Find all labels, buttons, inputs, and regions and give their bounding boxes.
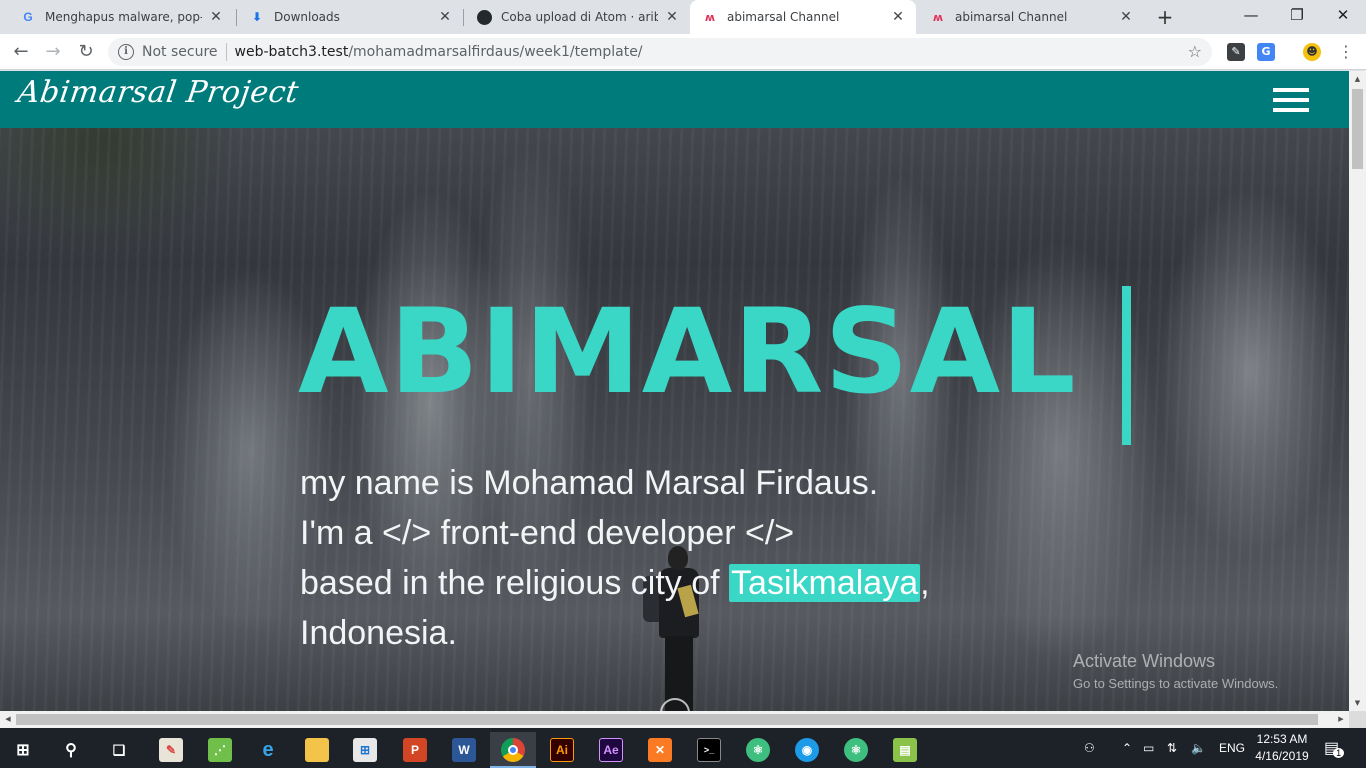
notifications-icon[interactable]: ▤ 1 <box>1324 728 1345 768</box>
tab-menghapus-malware[interactable]: G Menghapus malware, pop-up iklan ✕ <box>8 0 234 34</box>
windows-taskbar: ⊞ ⚲ ❏ ✎ ⋰ e ⊞ P W Ai Ae ✕ >_ ⚛ ◉ ⚛ ▤ ⚇ ⌃… <box>0 728 1366 768</box>
address-bar[interactable]: i Not secure web-batch3.test/mohamadmars… <box>108 38 1212 66</box>
after-effects-icon[interactable]: Ae <box>588 732 634 768</box>
maximize-button[interactable]: ❐ <box>1274 0 1320 32</box>
scroll-up-arrow-icon[interactable]: ▲ <box>1349 71 1366 87</box>
internet-explorer-icon[interactable]: e <box>245 732 291 768</box>
new-tab-button[interactable]: + <box>1154 6 1176 28</box>
google-translate-icon[interactable]: G <box>1257 43 1275 61</box>
hamburger-menu-icon[interactable] <box>1273 88 1309 112</box>
network-icon[interactable]: ⇅ <box>1167 728 1177 768</box>
browser-toolbar: ← → ↻ i Not secure web-batch3.test/moham… <box>0 34 1366 70</box>
scrollbar-thumb[interactable] <box>1352 89 1363 169</box>
menu-kebab-icon[interactable]: ⋮ <box>1335 41 1357 63</box>
file-explorer-icon[interactable] <box>294 732 340 768</box>
tab-downloads[interactable]: ⬇ Downloads ✕ <box>237 0 463 34</box>
typing-cursor <box>1122 286 1131 445</box>
language-indicator[interactable]: ENG <box>1219 728 1245 768</box>
hero-intro: my name is Mohamad Marsal Firdaus. I'm a… <box>300 458 930 658</box>
github-icon <box>476 9 492 25</box>
tab-title: Coba upload di Atom · aribahtiar <box>501 10 658 24</box>
tab-abimarsal-channel-active[interactable]: ʍ abimarsal Channel ✕ <box>690 0 916 34</box>
url-host[interactable]: web-batch3.test <box>235 44 349 60</box>
intro-line-4: Indonesia. <box>300 614 457 652</box>
scroll-right-arrow-icon[interactable]: ▶ <box>1333 711 1349 728</box>
city-highlight: Tasikmalaya <box>729 564 921 602</box>
profile-avatar-icon[interactable]: ☻ <box>1303 43 1321 61</box>
close-icon[interactable]: ✕ <box>208 9 224 25</box>
paint-icon[interactable]: ✎ <box>148 732 194 768</box>
notepad-icon[interactable]: ▤ <box>882 732 928 768</box>
close-window-button[interactable]: ✕ <box>1320 0 1366 32</box>
app-blue-icon[interactable]: ◉ <box>784 732 830 768</box>
tab-title: Menghapus malware, pop-up iklan <box>45 10 202 24</box>
app-green-icon[interactable]: ⋰ <box>197 732 243 768</box>
word-icon[interactable]: W <box>441 732 487 768</box>
tab-abimarsal-channel[interactable]: ʍ abimarsal Channel ✕ <box>918 0 1144 34</box>
info-icon[interactable]: i <box>118 44 134 60</box>
system-clock[interactable]: 12:53 AM 4/16/2019 <box>1252 731 1312 765</box>
google-icon: G <box>23 10 33 24</box>
tab-title: abimarsal Channel <box>955 10 1068 24</box>
atom-icon-2[interactable]: ⚛ <box>833 732 879 768</box>
bookmark-star-icon[interactable]: ☆ <box>1188 42 1202 61</box>
tab-strip: G Menghapus malware, pop-up iklan ✕ ⬇ Do… <box>0 0 1366 34</box>
illustrator-icon[interactable]: Ai <box>539 732 585 768</box>
site-navbar: Abimarsal Project <box>0 71 1349 128</box>
start-icon[interactable]: ⊞ <box>0 732 46 768</box>
m-logo-icon: ʍ <box>932 10 944 24</box>
url-path[interactable]: /mohamadmarsalfirdaus/week1/template/ <box>348 44 642 60</box>
close-icon[interactable]: ✕ <box>890 9 906 25</box>
atom-icon[interactable]: ⚛ <box>735 732 781 768</box>
scrollbar-corner <box>1349 711 1366 728</box>
close-icon[interactable]: ✕ <box>1118 9 1134 25</box>
chrome-icon[interactable] <box>490 732 536 768</box>
tab-title: abimarsal Channel <box>727 10 840 24</box>
battery-icon[interactable]: ▭ <box>1143 728 1154 768</box>
close-icon[interactable]: ✕ <box>437 9 453 25</box>
task-view-icon[interactable]: ❏ <box>96 732 142 768</box>
security-label[interactable]: Not secure <box>142 44 218 60</box>
hero-title: ABIMARSAL <box>298 283 1077 420</box>
scroll-left-arrow-icon[interactable]: ◀ <box>0 711 16 728</box>
extension-icon[interactable]: ✎ <box>1227 43 1245 61</box>
search-icon[interactable]: ⚲ <box>48 732 94 768</box>
horizontal-scrollbar[interactable]: ◀ ▶ <box>0 711 1349 728</box>
chevron-up-icon[interactable]: ⌃ <box>1122 728 1132 768</box>
reload-icon[interactable]: ↻ <box>75 41 97 63</box>
back-icon[interactable]: ← <box>10 41 32 63</box>
vertical-scrollbar[interactable]: ▲ ▼ <box>1349 71 1366 711</box>
scrollbar-thumb[interactable] <box>16 714 1318 725</box>
m-logo-icon: ʍ <box>704 10 716 24</box>
minimize-button[interactable]: — <box>1228 0 1274 32</box>
people-icon[interactable]: ⚇ <box>1084 728 1095 768</box>
intro-line-1: my name is Mohamad Marsal Firdaus. <box>300 464 879 502</box>
web-page: Abimarsal Project ABIMARSAL my name is M… <box>0 71 1349 711</box>
activate-windows-watermark: Activate Windows Go to Settings to activ… <box>1073 651 1279 691</box>
store-icon[interactable]: ⊞ <box>342 732 388 768</box>
site-brand-logo[interactable]: Abimarsal Project <box>16 75 301 110</box>
xampp-icon[interactable]: ✕ <box>637 732 683 768</box>
powerpoint-icon[interactable]: P <box>392 732 438 768</box>
intro-line-3: based in the religious city of Tasikmala… <box>300 564 930 602</box>
divider <box>225 43 227 61</box>
forward-icon[interactable]: → <box>42 41 64 63</box>
tab-title: Downloads <box>274 10 340 24</box>
tab-github-upload[interactable]: Coba upload di Atom · aribahtiar ✕ <box>464 0 690 34</box>
terminal-icon[interactable]: >_ <box>686 732 732 768</box>
volume-icon[interactable]: 🔈 <box>1191 728 1206 768</box>
download-icon: ⬇ <box>251 10 263 24</box>
scroll-down-arrow-icon[interactable]: ▼ <box>1349 695 1366 711</box>
close-icon[interactable]: ✕ <box>664 9 680 25</box>
intro-line-2: I'm a </> front-end developer </> <box>300 514 795 552</box>
